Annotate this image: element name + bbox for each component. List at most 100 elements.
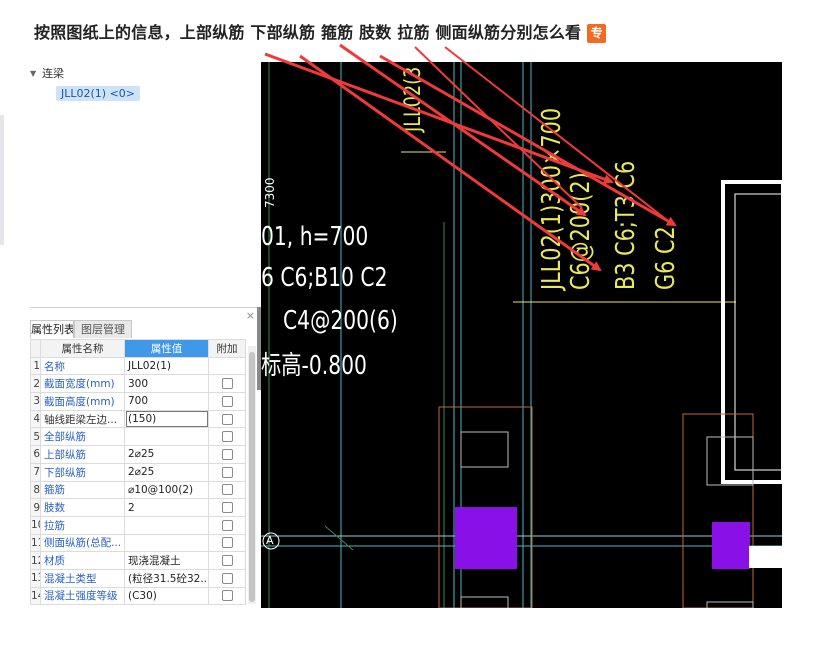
- row-index: 13: [30, 568, 41, 588]
- property-name: 全部纵筋: [40, 427, 125, 447]
- property-name: 混凝土类型: [40, 568, 125, 588]
- index-header: [30, 339, 41, 358]
- property-name: 轴线距梁左边...: [40, 409, 125, 429]
- property-name: 名称: [40, 356, 125, 376]
- extra-checkbox[interactable]: [221, 502, 233, 514]
- property-name: 侧面纵筋(总配...: [40, 533, 125, 553]
- extra-checkbox[interactable]: [221, 519, 233, 531]
- extra-checkbox-cell: [208, 586, 246, 606]
- question-title: 按照图纸上的信息，上部纵筋 下部纵筋 箍筋 肢数 拉筋 侧面纵筋分别怎么看专: [34, 19, 607, 43]
- long-rebar-vertical: B3 C6;T3 C6: [611, 160, 641, 290]
- property-value[interactable]: 现浇混凝土: [124, 551, 209, 570]
- row-index: 2: [30, 374, 41, 394]
- property-table: 属性名称 属性值 附加 1 名称 JLL02(1) 2 截面宽度(mm) 300 3 截面高度…: [30, 339, 246, 606]
- extra-checkbox[interactable]: [221, 413, 233, 425]
- property-value[interactable]: (150): [124, 409, 209, 429]
- property-name: 截面宽度(mm): [40, 374, 125, 394]
- tab-layer-manager[interactable]: 图层管理: [74, 320, 132, 338]
- table-row[interactable]: 3 截面高度(mm) 700: [30, 392, 246, 411]
- property-value[interactable]: 2⌀25: [124, 462, 209, 482]
- screenshot: 按照图纸上的信息，上部纵筋 下部纵筋 箍筋 肢数 拉筋 侧面纵筋分别怎么看专 ▼…: [0, 0, 825, 658]
- extra-checkbox[interactable]: [221, 448, 233, 460]
- table-row[interactable]: 4 轴线距梁左边... (150): [30, 409, 246, 429]
- row-index: 11: [30, 533, 41, 553]
- row-index: 8: [30, 480, 41, 500]
- extra-checkbox-cell: [208, 568, 246, 588]
- property-value[interactable]: 2⌀25: [124, 445, 209, 464]
- extra-checkbox[interactable]: [221, 395, 233, 407]
- table-row[interactable]: 12材质现浇混凝土: [30, 551, 246, 570]
- row-index: 9: [30, 498, 41, 517]
- property-value[interactable]: ⌀10@100(2): [124, 480, 209, 500]
- tree-item-jll02[interactable]: JLL02(1) <0>: [56, 86, 141, 101]
- extra-checkbox[interactable]: [221, 572, 233, 584]
- table-row[interactable]: 9 肢数 2: [30, 498, 246, 517]
- property-name: 截面高度(mm): [40, 392, 125, 411]
- caret-down-icon[interactable]: ▼: [30, 69, 42, 78]
- extra-checkbox-cell: [208, 427, 246, 447]
- property-value[interactable]: [124, 427, 209, 447]
- row-index: 3: [30, 392, 41, 411]
- extra-checkbox-cell: [208, 498, 246, 517]
- axis-a-label: A: [266, 534, 274, 547]
- extra-checkbox-cell: [208, 392, 246, 411]
- property-name: 肢数: [40, 498, 125, 517]
- component-tree: ▼ 连梁 JLL02(1) <0>: [30, 64, 250, 101]
- elevation-label: 标高-0.800: [261, 351, 367, 381]
- property-value[interactable]: 700: [124, 392, 209, 411]
- row-index: 1: [30, 356, 41, 376]
- side-rebar-vertical: G6 C2: [651, 226, 681, 290]
- property-panel: × 属性列表 图层管理 属性名称 属性值 附加 1 名称 JLL02(1) 2 截面宽度…: [30, 307, 259, 610]
- property-value[interactable]: (C30): [124, 586, 209, 606]
- dim-7300-label: 7300: [263, 177, 277, 208]
- table-row[interactable]: 14混凝土强度等级(C30): [30, 586, 246, 606]
- row-index: 5: [30, 427, 41, 447]
- extra-checkbox[interactable]: [221, 378, 233, 390]
- close-icon[interactable]: ×: [246, 309, 255, 322]
- extra-checkbox[interactable]: [221, 537, 233, 549]
- scrollbar-thumb[interactable]: [249, 352, 255, 602]
- name-header: 属性名称: [40, 339, 125, 358]
- cad-drawing-canvas[interactable]: 7300 01, h=700 6 C6;B10 C2 C4@200(6) 标高-…: [261, 62, 782, 608]
- table-row[interactable]: 11侧面纵筋(总配...: [30, 533, 246, 553]
- property-value[interactable]: (粒径31.5砼32....: [124, 568, 209, 588]
- tab-property-list[interactable]: 属性列表: [30, 320, 74, 338]
- extra-checkbox[interactable]: [221, 555, 233, 567]
- row-index: 12: [30, 551, 41, 570]
- table-row[interactable]: 13混凝土类型(粒径31.5砼32....: [30, 568, 246, 588]
- expert-badge[interactable]: 专: [587, 24, 607, 43]
- jll02-top-label: JLL02(3: [401, 66, 426, 132]
- property-name: 上部纵筋: [40, 445, 125, 464]
- property-value[interactable]: 300: [124, 374, 209, 394]
- table-row[interactable]: 7 下部纵筋 2⌀25: [30, 462, 246, 482]
- property-value[interactable]: 2: [124, 498, 209, 517]
- extra-checkbox-cell: [208, 445, 246, 464]
- rebar-spec-label: 6 C6;B10 C2: [261, 263, 388, 293]
- left-strip: [0, 115, 4, 245]
- property-value[interactable]: JLL02(1): [124, 356, 209, 376]
- extra-checkbox[interactable]: [221, 484, 233, 496]
- beam-name-vertical: JLL02(1)300×700: [537, 107, 567, 291]
- vertical-scrollbar[interactable]: [248, 346, 256, 604]
- extra-checkbox[interactable]: [221, 431, 233, 443]
- stirrup-vertical: C6@200(2): [566, 172, 596, 290]
- table-row[interactable]: 5 全部纵筋: [30, 427, 246, 447]
- beam-height-label: 01, h=700: [261, 222, 369, 252]
- row-index: 7: [30, 462, 41, 482]
- property-name: 混凝土强度等级: [40, 586, 125, 606]
- extra-checkbox-cell: [208, 462, 246, 482]
- property-value[interactable]: [124, 515, 209, 535]
- property-value[interactable]: [124, 533, 209, 553]
- table-row[interactable]: 8 箍筋 ⌀10@100(2): [30, 480, 246, 500]
- table-row[interactable]: 6 上部纵筋 2⌀25: [30, 445, 246, 464]
- extra-checkbox-cell: [208, 374, 246, 394]
- tree-node-lianliang[interactable]: ▼ 连梁: [30, 64, 250, 82]
- row-index: 6: [30, 445, 41, 464]
- table-row[interactable]: 1 名称 JLL02(1): [30, 356, 246, 376]
- extra-checkbox[interactable]: [221, 466, 233, 478]
- row-index: 10: [30, 515, 41, 535]
- table-row[interactable]: 10拉筋: [30, 515, 246, 535]
- property-name: 箍筋: [40, 480, 125, 500]
- table-row[interactable]: 2 截面宽度(mm) 300: [30, 374, 246, 394]
- extra-checkbox[interactable]: [221, 590, 233, 602]
